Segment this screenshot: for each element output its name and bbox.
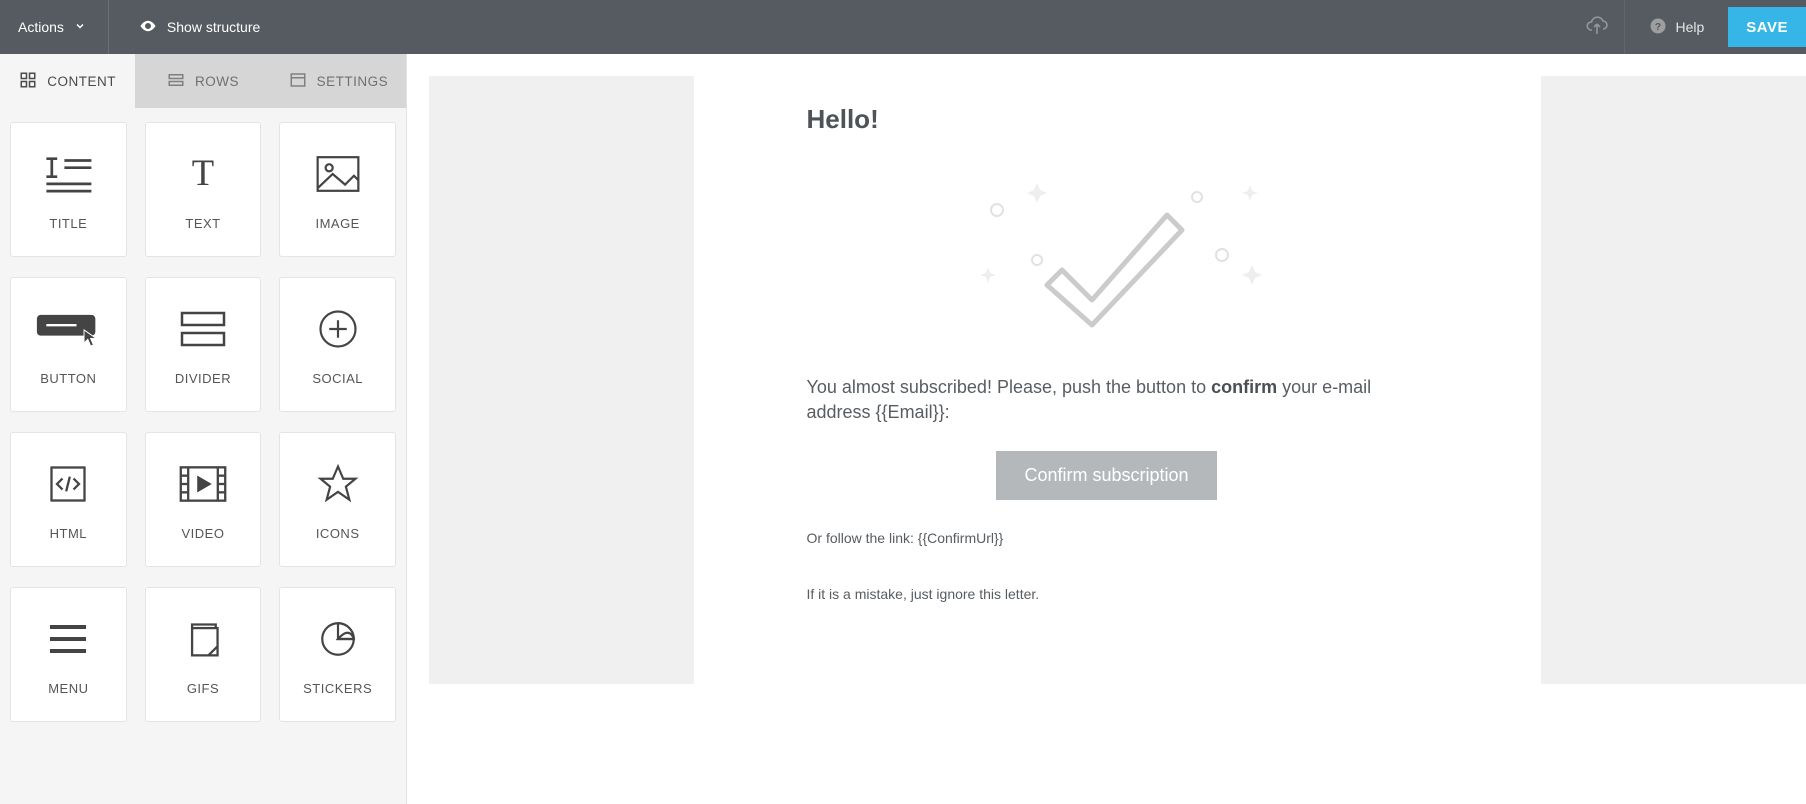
content-blocks-grid: TITLE T TEXT IMAGE BUTTON (0, 108, 406, 736)
menu-block-icon (48, 613, 88, 665)
block-label: SOCIAL (312, 371, 363, 386)
gifs-block-icon (183, 613, 223, 665)
cloud-sync-icon[interactable] (1569, 0, 1625, 54)
block-label: BUTTON (40, 371, 96, 386)
eye-icon (139, 17, 157, 38)
tab-rows-label: ROWS (195, 74, 239, 89)
block-divider[interactable]: DIVIDER (145, 277, 262, 412)
show-structure-label: Show structure (167, 19, 260, 35)
title-block-icon (41, 148, 95, 200)
show-structure-toggle[interactable]: Show structure (109, 17, 260, 38)
actions-dropdown[interactable]: Actions (0, 0, 109, 54)
topbar: Actions Show structure ? Help SAVE (0, 0, 1806, 54)
block-gifs[interactable]: GIFS (145, 587, 262, 722)
image-block-icon (315, 148, 361, 200)
block-label: GIFS (187, 681, 219, 696)
canvas-gutter-right (1541, 76, 1806, 684)
text-block-icon: T (181, 148, 225, 200)
canvas-gutter-left (429, 76, 694, 684)
svg-text:?: ? (1655, 20, 1661, 32)
block-social[interactable]: SOCIAL (279, 277, 396, 412)
block-icons[interactable]: ICONS (279, 432, 396, 567)
email-heading: Hello! (807, 104, 1407, 135)
block-stickers[interactable]: STICKERS (279, 587, 396, 722)
html-block-icon (46, 458, 90, 510)
block-menu[interactable]: MENU (10, 587, 127, 722)
help-button[interactable]: ? Help (1625, 0, 1728, 54)
rows-icon (167, 71, 185, 92)
sidebar: CONTENT ROWS SETTINGS (0, 54, 407, 804)
help-icon: ? (1649, 17, 1667, 38)
svg-text:T: T (192, 152, 214, 193)
block-button[interactable]: BUTTON (10, 277, 127, 412)
confirm-subscription-button[interactable]: Confirm subscription (996, 451, 1216, 500)
checkmark-graphic (807, 165, 1407, 345)
tab-content-label: CONTENT (47, 74, 116, 89)
block-label: ICONS (316, 526, 360, 541)
block-label: DIVIDER (175, 371, 231, 386)
text-a: You almost subscribed! Please, push the … (807, 377, 1212, 397)
main: CONTENT ROWS SETTINGS (0, 54, 1806, 804)
email-body-paragraph: You almost subscribed! Please, push the … (807, 375, 1407, 425)
grid-icon (19, 71, 37, 92)
block-text[interactable]: T TEXT (145, 122, 262, 257)
block-video[interactable]: VIDEO (145, 432, 262, 567)
sidebar-tabs: CONTENT ROWS SETTINGS (0, 54, 406, 108)
divider-block-icon (178, 303, 228, 355)
block-label: STICKERS (303, 681, 372, 696)
block-label: VIDEO (182, 526, 225, 541)
block-label: IMAGE (315, 216, 359, 231)
video-block-icon (178, 458, 228, 510)
email-preview[interactable]: Hello! (787, 76, 1427, 804)
block-image[interactable]: IMAGE (279, 122, 396, 257)
chevron-down-icon (74, 19, 86, 35)
help-label: Help (1675, 19, 1704, 35)
actions-label: Actions (18, 19, 64, 35)
text-bold: confirm (1211, 377, 1277, 397)
block-label: HTML (50, 526, 87, 541)
block-title[interactable]: TITLE (10, 122, 127, 257)
block-html[interactable]: HTML (10, 432, 127, 567)
tab-content[interactable]: CONTENT (0, 54, 135, 108)
social-block-icon (317, 303, 359, 355)
save-button[interactable]: SAVE (1728, 7, 1806, 47)
block-label: TITLE (49, 216, 87, 231)
settings-icon (289, 71, 307, 92)
tab-settings-label: SETTINGS (317, 74, 389, 89)
follow-link-text: Or follow the link: {{ConfirmUrl}} (807, 530, 1407, 546)
tab-rows[interactable]: ROWS (135, 54, 270, 108)
icons-block-icon (317, 458, 359, 510)
stickers-block-icon (317, 613, 359, 665)
block-label: MENU (48, 681, 88, 696)
button-block-icon (35, 303, 101, 355)
mistake-text: If it is a mistake, just ignore this let… (807, 586, 1407, 602)
tab-settings[interactable]: SETTINGS (271, 54, 406, 108)
block-label: TEXT (185, 216, 220, 231)
editor-canvas[interactable]: Hello! (407, 54, 1806, 804)
topbar-right: ? Help SAVE (1569, 0, 1806, 54)
